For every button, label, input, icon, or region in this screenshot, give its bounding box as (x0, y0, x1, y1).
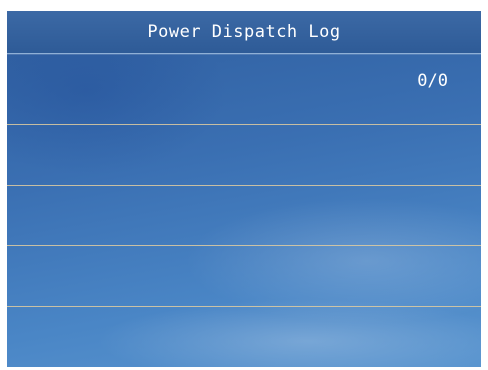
device-screen: Power Dispatch Log 0/0 (7, 11, 481, 367)
log-row-2[interactable] (7, 125, 481, 185)
page-title: Power Dispatch Log (147, 22, 341, 42)
log-row-4[interactable] (7, 246, 481, 306)
log-row-3[interactable] (7, 186, 481, 246)
title-bar: Power Dispatch Log (7, 11, 481, 54)
log-row-1[interactable] (7, 54, 481, 114)
row-divider (7, 306, 481, 307)
